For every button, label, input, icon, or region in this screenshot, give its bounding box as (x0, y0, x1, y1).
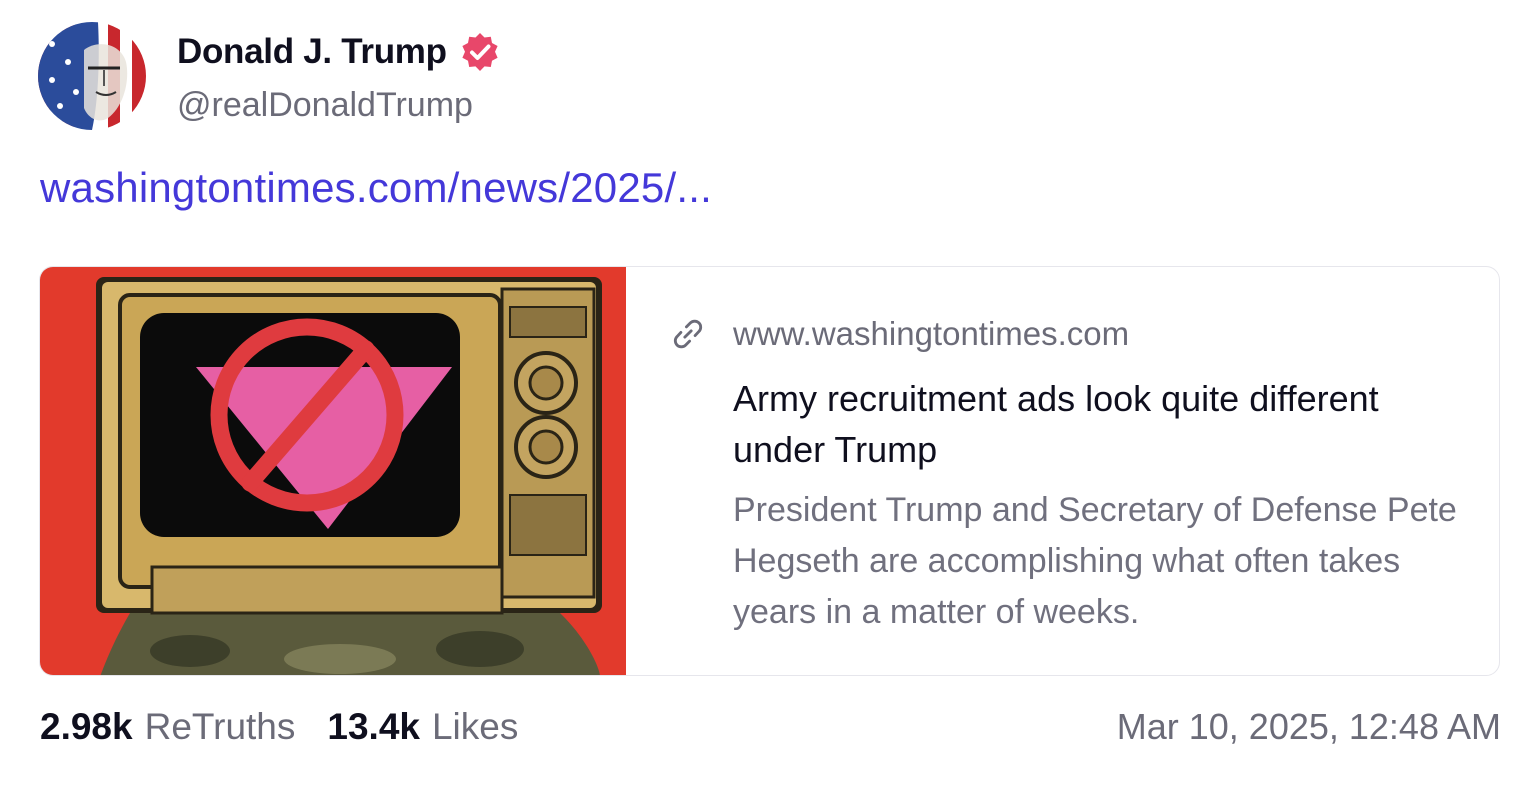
truth-post: Donald J. Trump @realDonaldTrump washing… (0, 0, 1540, 792)
retruths-stat[interactable]: 2.98k ReTruths (40, 706, 295, 748)
post-link[interactable]: washingtontimes.com/news/2025/... (40, 164, 712, 212)
link-icon (673, 319, 703, 349)
card-description: President Trump and Secretary of Defense… (733, 491, 1457, 631)
author-name[interactable]: Donald J. Trump (177, 32, 447, 72)
verified-badge-icon (462, 33, 498, 71)
likes-stat[interactable]: 13.4k Likes (327, 706, 518, 748)
author-name-row: Donald J. Trump (177, 30, 501, 74)
post-stats: 2.98k ReTruths 13.4k Likes (40, 706, 518, 748)
card-thumbnail-image (40, 267, 626, 675)
retruths-count: 2.98k (40, 706, 133, 747)
retruths-label: ReTruths (144, 706, 296, 747)
avatar-image (38, 22, 146, 130)
link-preview-card[interactable]: www.washingtontimes.com Army recruitment… (39, 266, 1500, 676)
avatar[interactable] (38, 22, 146, 130)
card-title[interactable]: Army recruitment ads look quite differen… (733, 373, 1433, 475)
likes-label: Likes (431, 706, 519, 747)
likes-count: 13.4k (327, 706, 420, 747)
post-timestamp[interactable]: Mar 10, 2025, 12:48 AM (1117, 706, 1501, 748)
card-domain: www.washingtontimes.com (733, 315, 1130, 352)
author-handle[interactable]: @realDonaldTrump (177, 86, 473, 125)
